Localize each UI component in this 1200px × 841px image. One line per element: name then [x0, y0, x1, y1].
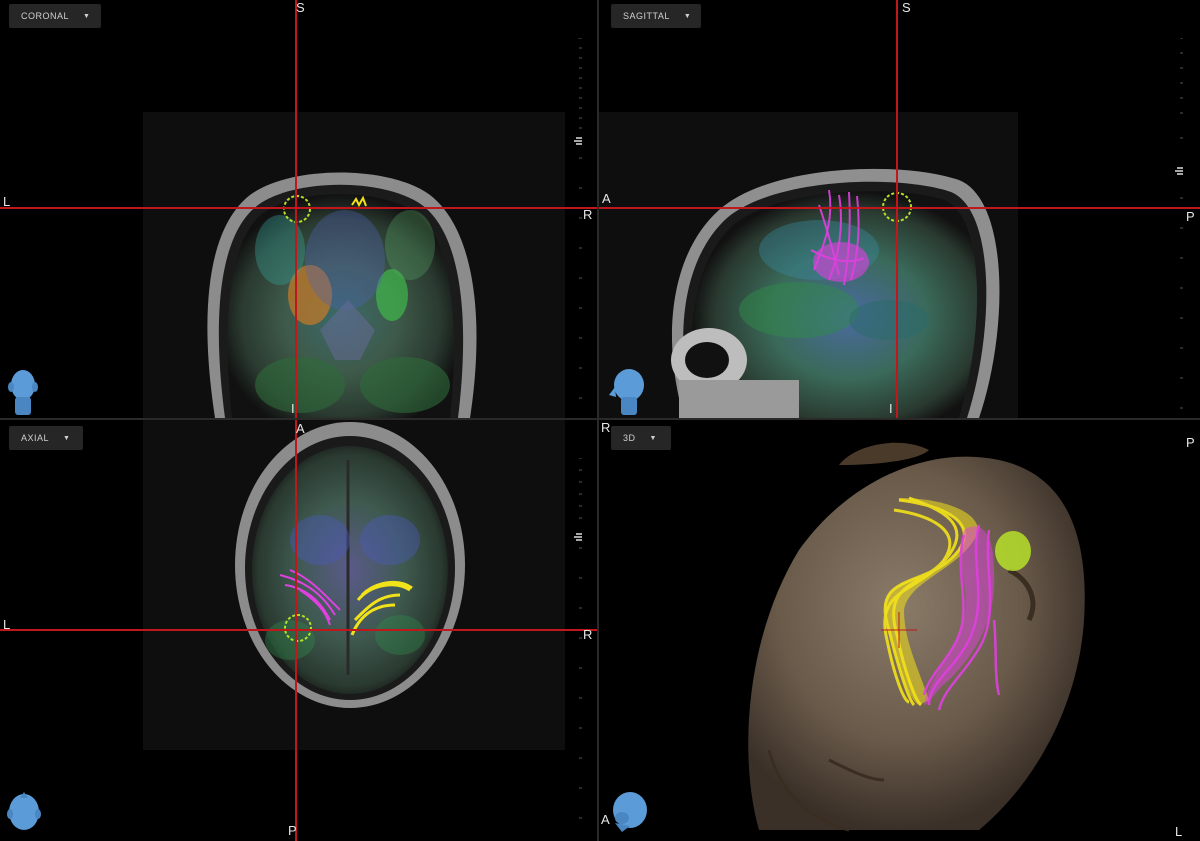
- head-orientation-icon[interactable]: [7, 365, 39, 415]
- head-orientation-icon[interactable]: [7, 790, 41, 834]
- viewport-divider-horizontal: [0, 418, 1200, 420]
- coronal-view-dropdown[interactable]: CORONAL ▼: [9, 4, 101, 28]
- axial-view-dropdown[interactable]: AXIAL ▼: [9, 426, 83, 450]
- head-orientation-icon[interactable]: [607, 365, 647, 415]
- axial-orient-top: A: [296, 421, 305, 436]
- axial-viewport[interactable]: AXIAL ▼ A L R P: [0, 420, 597, 841]
- caret-down-icon: ▼: [63, 434, 71, 442]
- coronal-view-label: CORONAL: [21, 11, 70, 21]
- sagittal-crosshair-vertical[interactable]: [896, 0, 898, 418]
- axial-orient-left: L: [3, 617, 11, 632]
- axial-zoom-ruler[interactable]: [574, 458, 582, 833]
- 3d-viewport[interactable]: 3D ▼ P A L R: [599, 420, 1200, 841]
- 3d-orient-top-right: P: [1186, 435, 1195, 450]
- 3d-orient-bottom-left: A: [601, 812, 610, 827]
- axial-view-label: AXIAL: [21, 433, 50, 443]
- axial-crosshair-horizontal[interactable]: [0, 629, 597, 631]
- coronal-orient-right: R: [583, 207, 593, 222]
- 3d-orient-bottom-right: L: [1175, 824, 1183, 839]
- coronal-orient-left: L: [3, 194, 11, 209]
- head-orientation-icon[interactable]: [610, 788, 650, 834]
- sagittal-orient-left: A: [602, 191, 611, 206]
- axial-orient-right: R: [583, 627, 593, 642]
- sagittal-orient-right: P: [1186, 209, 1195, 224]
- sagittal-orient-top: S: [902, 0, 911, 15]
- coronal-crosshair-horizontal[interactable]: [0, 207, 597, 209]
- caret-down-icon: ▼: [83, 12, 91, 20]
- caret-down-icon: ▼: [683, 12, 692, 20]
- coronal-zoom-ruler[interactable]: [574, 38, 582, 413]
- viewport-divider-vertical: [597, 0, 599, 841]
- sagittal-image: [599, 112, 1018, 418]
- sagittal-view-label: SAGITTAL: [623, 11, 670, 21]
- sagittal-zoom-ruler[interactable]: [1175, 38, 1183, 413]
- 3d-render: [748, 442, 1085, 832]
- coronal-viewport[interactable]: CORONAL ▼ S L R I: [0, 0, 597, 418]
- sagittal-orient-bottom: I: [889, 401, 893, 416]
- sagittal-viewport[interactable]: SAGITTAL ▼ S A P I: [599, 0, 1200, 418]
- coronal-image: [143, 112, 565, 418]
- sagittal-crosshair-horizontal[interactable]: [599, 207, 1200, 209]
- coronal-orient-top: S: [296, 0, 305, 15]
- coronal-orient-bottom: I: [291, 401, 295, 416]
- coronal-crosshair-vertical[interactable]: [295, 0, 297, 418]
- 3d-view-dropdown[interactable]: 3D ▼: [611, 426, 671, 450]
- 3d-view-label: 3D: [623, 433, 636, 443]
- 3d-orient-top-left: R: [601, 420, 611, 435]
- caret-down-icon: ▼: [649, 434, 657, 442]
- sagittal-view-dropdown[interactable]: SAGITTAL ▼: [611, 4, 701, 28]
- axial-orient-bottom: P: [288, 823, 297, 838]
